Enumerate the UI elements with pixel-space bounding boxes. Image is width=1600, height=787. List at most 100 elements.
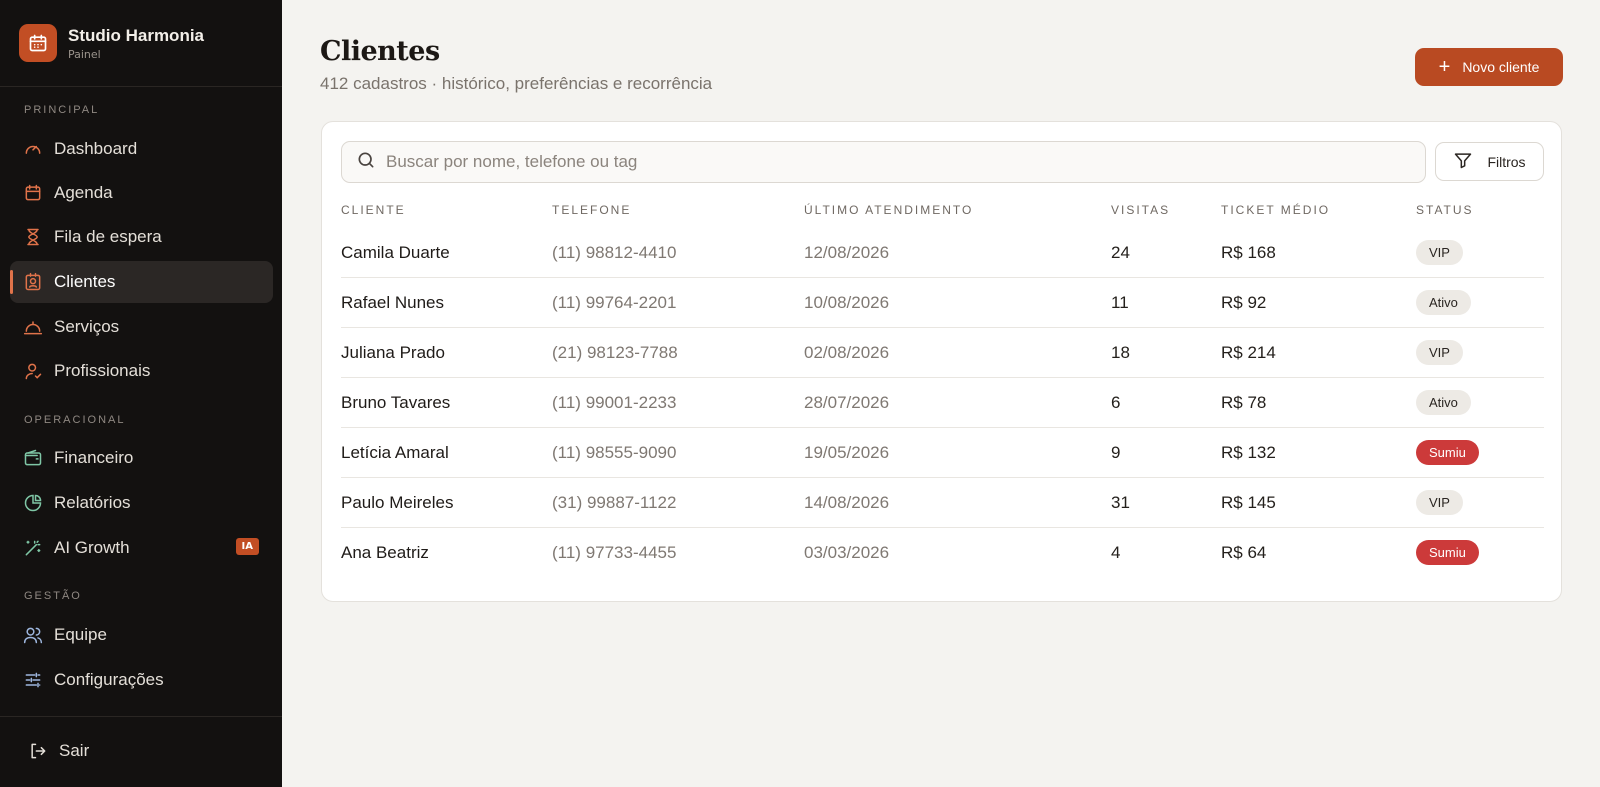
table-row[interactable]: Letícia Amaral (11) 98555-9090 19/05/202…: [341, 428, 1544, 478]
cell-ticket-medio: R$ 92: [1221, 293, 1267, 312]
table-row[interactable]: Rafael Nunes (11) 99764-2201 10/08/2026 …: [341, 278, 1544, 328]
sidebar-item-relatorios[interactable]: Relatórios: [10, 482, 273, 524]
sidebar-item-profissionais[interactable]: Profissionais: [10, 350, 273, 392]
column-header-status[interactable]: STATUS: [1416, 203, 1474, 217]
cell-cliente: Ana Beatriz: [341, 543, 429, 562]
hourglass-icon: [23, 227, 43, 247]
sidebar-item-fila-de-espera[interactable]: Fila de espera: [10, 216, 273, 258]
calendar-icon: [23, 183, 43, 203]
cell-ticket-medio: R$ 132: [1221, 443, 1276, 462]
filter-icon: [1453, 150, 1473, 173]
contact-card-icon: [23, 272, 43, 292]
sidebar-item-label: Relatórios: [54, 493, 131, 512]
clients-card: Filtros CLIENTE TELEFONE ÚLTIMO ATENDIME…: [321, 121, 1562, 602]
sliders-icon: [23, 670, 43, 690]
cell-cliente: Rafael Nunes: [341, 293, 445, 312]
cell-ultimo-atendimento: 03/03/2026: [804, 543, 890, 562]
ia-badge: IA: [235, 538, 259, 555]
cell-ultimo-atendimento: 02/08/2026: [804, 343, 890, 362]
search-box[interactable]: [341, 141, 1426, 183]
logout-label: Sair: [59, 741, 90, 760]
status-badge: VIP: [1416, 490, 1463, 515]
cell-ticket-medio: R$ 145: [1221, 493, 1276, 512]
sidebar: Studio Harmonia Painel PRINCIPAL Dashboa…: [0, 0, 282, 787]
sidebar-footer: Sair: [0, 716, 282, 760]
cell-ticket-medio: R$ 168: [1221, 243, 1276, 262]
cell-visitas: 6: [1111, 393, 1121, 412]
table-row[interactable]: Bruno Tavares (11) 99001-2233 28/07/2026…: [341, 378, 1544, 428]
filters-label: Filtros: [1487, 153, 1526, 170]
logout-button[interactable]: Sair: [16, 731, 89, 771]
sidebar-item-label: Agenda: [54, 183, 113, 202]
new-client-button[interactable]: + Novo cliente: [1415, 48, 1563, 86]
sidebar-item-equipe[interactable]: Equipe: [10, 614, 273, 656]
search-icon: [356, 150, 376, 174]
cell-cliente: Letícia Amaral: [341, 443, 449, 462]
cell-visitas: 11: [1111, 293, 1129, 312]
search-input[interactable]: [386, 152, 1386, 172]
status-badge: Ativo: [1416, 290, 1471, 315]
table-row[interactable]: Camila Duarte (11) 98812-4410 12/08/2026…: [341, 228, 1544, 278]
sidebar-item-dashboard[interactable]: Dashboard: [10, 128, 273, 170]
new-client-label: Novo cliente: [1462, 59, 1540, 75]
column-header-ticket-medio[interactable]: TICKET MÉDIO: [1221, 203, 1330, 217]
sidebar-item-servicos[interactable]: Serviços: [10, 306, 273, 348]
cell-cliente: Paulo Meireles: [341, 493, 454, 512]
cell-telefone: (31) 99887-1122: [552, 493, 677, 512]
sidebar-item-label: AI Growth: [54, 538, 130, 557]
cell-ticket-medio: R$ 78: [1221, 393, 1267, 412]
sidebar-item-label: Dashboard: [54, 139, 138, 158]
sidebar-item-label: Fila de espera: [54, 227, 162, 246]
gauge-icon: [23, 139, 43, 159]
sidebar-item-agenda[interactable]: Agenda: [10, 172, 273, 214]
service-bell-icon: [23, 317, 43, 337]
magic-wand-icon: [23, 538, 43, 558]
filters-button[interactable]: Filtros: [1435, 142, 1544, 181]
users-icon: [23, 625, 43, 645]
section-label-operacional: OPERACIONAL: [24, 414, 126, 426]
status-badge: VIP: [1416, 340, 1463, 365]
sidebar-item-label: Financeiro: [54, 448, 134, 467]
pie-chart-icon: [23, 493, 43, 513]
table-row[interactable]: Juliana Prado (21) 98123-7788 02/08/2026…: [341, 328, 1544, 378]
table-row[interactable]: Paulo Meireles (31) 99887-1122 14/08/202…: [341, 478, 1544, 528]
cell-ticket-medio: R$ 214: [1221, 343, 1276, 362]
column-header-cliente[interactable]: CLIENTE: [341, 203, 406, 217]
sidebar-item-label: Equipe: [54, 625, 107, 644]
cell-telefone: (11) 98555-9090: [552, 443, 677, 462]
column-header-telefone[interactable]: TELEFONE: [552, 203, 631, 217]
brand: Studio Harmonia Painel: [0, 0, 282, 87]
sidebar-item-label: Profissionais: [54, 361, 151, 380]
user-icon: [23, 361, 43, 381]
table-row[interactable]: Ana Beatriz (11) 97733-4455 03/03/2026 4…: [341, 528, 1544, 578]
sidebar-item-label: Clientes: [54, 272, 116, 291]
column-header-ultimo-atendimento[interactable]: ÚLTIMO ATENDIMENTO: [804, 203, 973, 217]
sidebar-item-label: Configurações: [54, 670, 164, 689]
column-header-visitas[interactable]: VISITAS: [1111, 203, 1170, 217]
cell-telefone: (11) 99764-2201: [552, 293, 677, 312]
status-badge: Sumiu: [1416, 440, 1479, 465]
page-subtitle: 412 cadastros · histórico, preferências …: [320, 74, 713, 93]
logout-icon: [28, 741, 48, 761]
cell-cliente: Bruno Tavares: [341, 393, 451, 412]
cell-ticket-medio: R$ 64: [1221, 543, 1267, 562]
sidebar-item-ai-growth[interactable]: AI Growth IA: [10, 527, 273, 569]
cell-ultimo-atendimento: 12/08/2026: [804, 243, 890, 262]
status-badge: Ativo: [1416, 390, 1471, 415]
sidebar-item-configuracoes[interactable]: Configurações: [10, 659, 273, 701]
section-label-principal: PRINCIPAL: [24, 104, 100, 116]
brand-name: Studio Harmonia: [68, 25, 205, 45]
status-badge: VIP: [1416, 240, 1463, 265]
cell-cliente: Juliana Prado: [341, 343, 445, 362]
sidebar-item-financeiro[interactable]: Financeiro: [10, 437, 273, 479]
calendar-icon: [19, 24, 57, 62]
cell-ultimo-atendimento: 28/07/2026: [804, 393, 890, 412]
cell-telefone: (11) 98812-4410: [552, 243, 677, 262]
cell-telefone: (21) 98123-7788: [552, 343, 678, 362]
cell-ultimo-atendimento: 19/05/2026: [804, 443, 890, 462]
cell-telefone: (11) 99001-2233: [552, 393, 677, 412]
sidebar-item-clientes[interactable]: Clientes: [10, 261, 273, 303]
cell-visitas: 18: [1111, 343, 1130, 362]
cell-ultimo-atendimento: 10/08/2026: [804, 293, 890, 312]
plus-icon: +: [1438, 56, 1451, 78]
